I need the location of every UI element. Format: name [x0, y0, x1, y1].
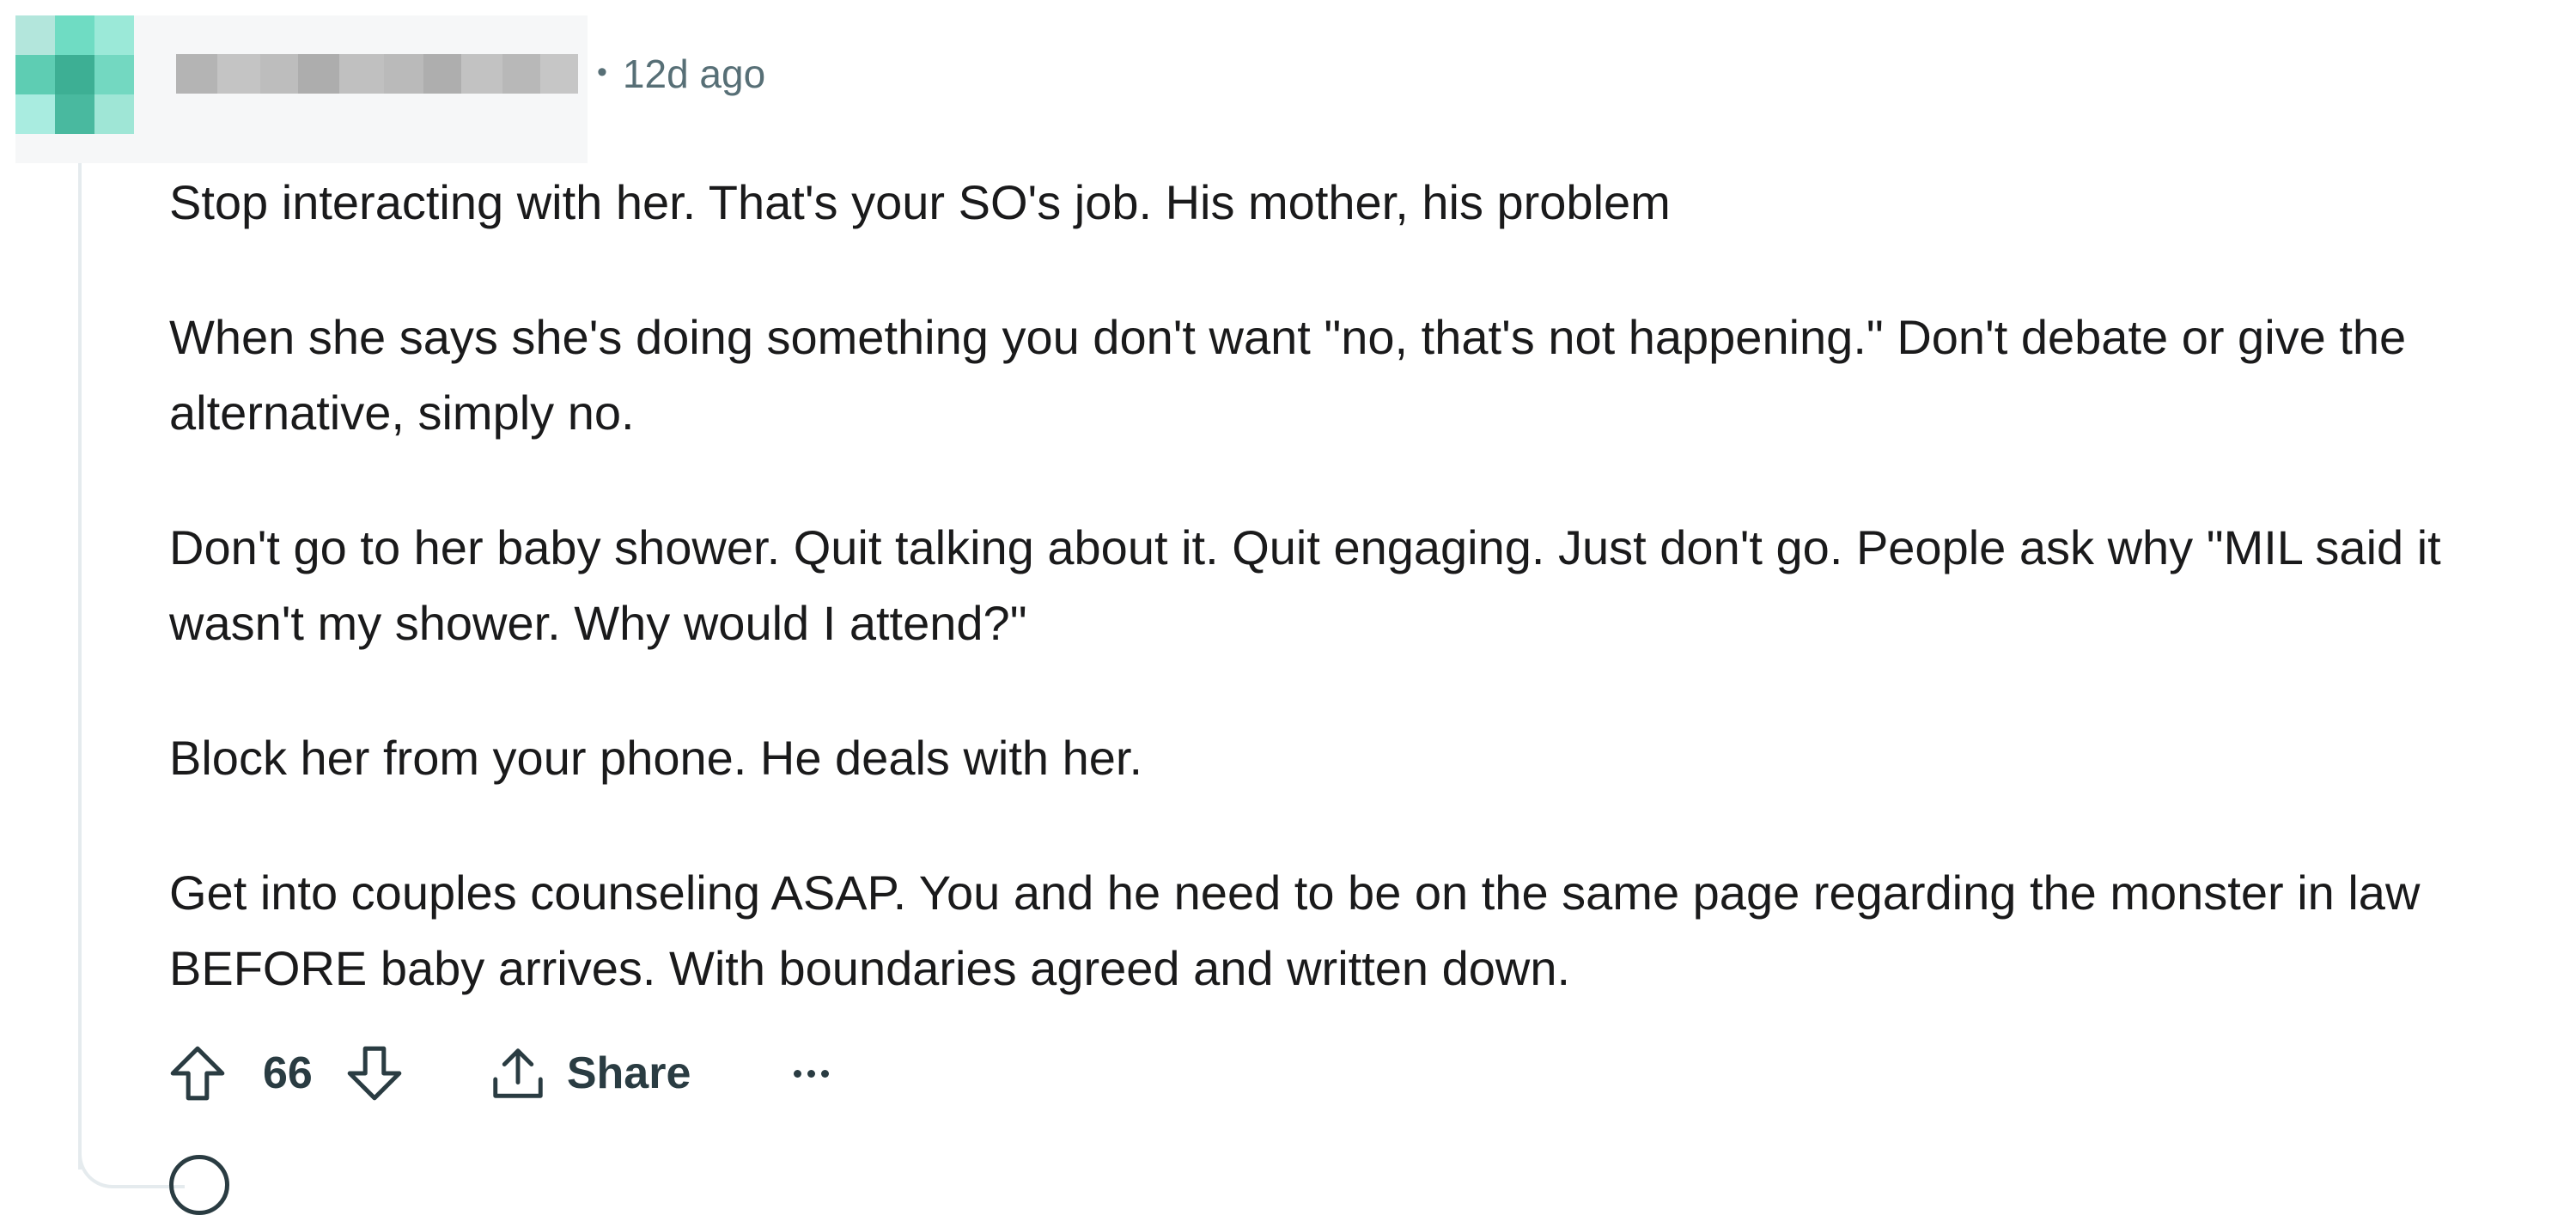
speech-bubble-icon[interactable] [169, 1155, 229, 1215]
downvote-button[interactable] [344, 1042, 405, 1104]
more-options-button[interactable] [794, 1069, 830, 1078]
meta-separator: • [597, 55, 607, 88]
share-button[interactable]: Share [488, 1043, 691, 1103]
comment-paragraph: Get into couples counseling ASAP. You an… [169, 866, 2421, 995]
comment-paragraph: Block her from your phone. He deals with… [169, 731, 1143, 785]
upvote-button[interactable] [167, 1042, 228, 1104]
comment-meta: • 12d ago [597, 50, 765, 98]
comment-paragraph: Stop interacting with her. That's your S… [169, 175, 1671, 229]
comment-paragraph: Don't go to her baby shower. Quit talkin… [169, 520, 2441, 650]
ellipsis-icon [807, 1069, 816, 1078]
comment-paragraph: When she says she's doing something you … [169, 310, 2407, 440]
ellipsis-icon [821, 1069, 830, 1078]
arrow-down-outline-icon [347, 1046, 402, 1101]
share-label: Share [566, 1048, 691, 1098]
comment-timestamp[interactable]: 12d ago [623, 51, 765, 97]
avatar[interactable] [15, 15, 134, 134]
share-upload-icon [493, 1048, 543, 1098]
vote-count: 66 [263, 1048, 313, 1098]
ellipsis-icon [794, 1069, 802, 1078]
username-redacted[interactable] [176, 54, 578, 94]
comment-body: Stop interacting with her. That's your S… [169, 165, 2557, 1066]
thread-connector [78, 1116, 185, 1188]
arrow-up-outline-icon [170, 1046, 225, 1101]
thread-line [78, 129, 82, 1169]
comment-action-bar: 66 Share [167, 1039, 830, 1108]
